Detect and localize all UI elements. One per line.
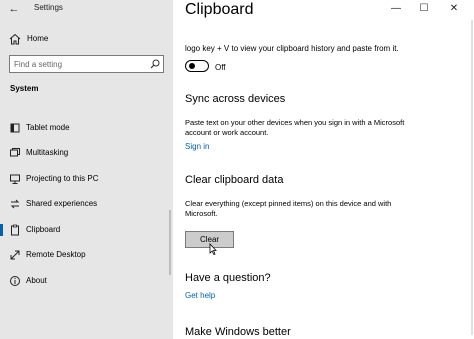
sidebar-item-label: About bbox=[26, 276, 47, 285]
title-bar: ← Settings bbox=[0, 0, 173, 18]
sidebar-item-label: Remote Desktop bbox=[26, 250, 86, 259]
clear-heading: Clear clipboard data bbox=[185, 174, 284, 186]
history-description: logo key + V to view your clipboard hist… bbox=[185, 44, 399, 53]
sidebar-scrollbar[interactable] bbox=[169, 210, 171, 275]
minimize-button[interactable]: — bbox=[386, 1, 406, 17]
sidebar-item-remote-desktop[interactable]: Remote Desktop bbox=[0, 245, 173, 265]
main-content: — ☐ ✕ Clipboard logo key + V to view you… bbox=[173, 0, 474, 339]
projecting-icon bbox=[10, 174, 20, 184]
app-title: Settings bbox=[34, 3, 63, 12]
search-icon[interactable] bbox=[150, 59, 160, 69]
multitasking-icon bbox=[10, 148, 20, 157]
sidebar-item-label: Multitasking bbox=[26, 148, 69, 157]
sign-in-link[interactable]: Sign in bbox=[185, 142, 209, 151]
sidebar-item-shared-experiences[interactable]: Shared experiences bbox=[0, 194, 173, 214]
page-title: Clipboard bbox=[185, 1, 254, 18]
sidebar-item-label: Clipboard bbox=[26, 225, 61, 234]
sidebar-item-clipboard[interactable]: Clipboard bbox=[0, 220, 173, 240]
remote-desktop-icon bbox=[10, 250, 20, 260]
sidebar-item-about[interactable]: About bbox=[0, 271, 173, 291]
home-icon bbox=[9, 33, 21, 45]
sync-description: Paste text on your other devices when yo… bbox=[185, 118, 405, 137]
search-box[interactable] bbox=[9, 55, 164, 73]
sidebar: ← Settings Home System Tablet mode Multi… bbox=[0, 0, 173, 339]
toggle-state-label: Off bbox=[215, 63, 226, 72]
sidebar-item-label: Projecting to this PC bbox=[26, 174, 99, 183]
sidebar-item-tablet-mode[interactable]: Tablet mode bbox=[0, 118, 173, 138]
tablet-icon bbox=[10, 123, 20, 133]
home-nav-item[interactable]: Home bbox=[0, 30, 173, 48]
back-button[interactable]: ← bbox=[6, 2, 22, 16]
clear-description: Clear everything (except pinned items) o… bbox=[185, 199, 392, 218]
section-header-system: System bbox=[10, 84, 39, 93]
search-input[interactable] bbox=[14, 59, 144, 70]
about-icon bbox=[10, 276, 20, 286]
main-scrollbar[interactable] bbox=[471, 20, 473, 335]
sidebar-item-projecting[interactable]: Projecting to this PC bbox=[0, 169, 173, 189]
shared-experiences-icon bbox=[10, 199, 20, 209]
sync-heading: Sync across devices bbox=[185, 93, 286, 105]
sidebar-item-label: Shared experiences bbox=[26, 199, 98, 208]
get-help-link[interactable]: Get help bbox=[185, 291, 215, 300]
clipboard-history-toggle[interactable] bbox=[185, 60, 209, 72]
sidebar-item-label: Tablet mode bbox=[26, 123, 70, 132]
clipboard-icon bbox=[11, 224, 19, 236]
sidebar-item-multitasking[interactable]: Multitasking bbox=[0, 143, 173, 163]
home-label: Home bbox=[27, 34, 49, 43]
active-indicator bbox=[0, 224, 3, 236]
make-windows-better-heading: Make Windows better bbox=[185, 326, 291, 338]
window-controls: — ☐ ✕ bbox=[384, 0, 474, 18]
maximize-button[interactable]: ☐ bbox=[414, 1, 434, 17]
mouse-cursor-icon bbox=[209, 243, 217, 255]
close-button[interactable]: ✕ bbox=[444, 1, 464, 17]
question-heading: Have a question? bbox=[185, 272, 271, 284]
toggle-knob bbox=[189, 63, 195, 69]
